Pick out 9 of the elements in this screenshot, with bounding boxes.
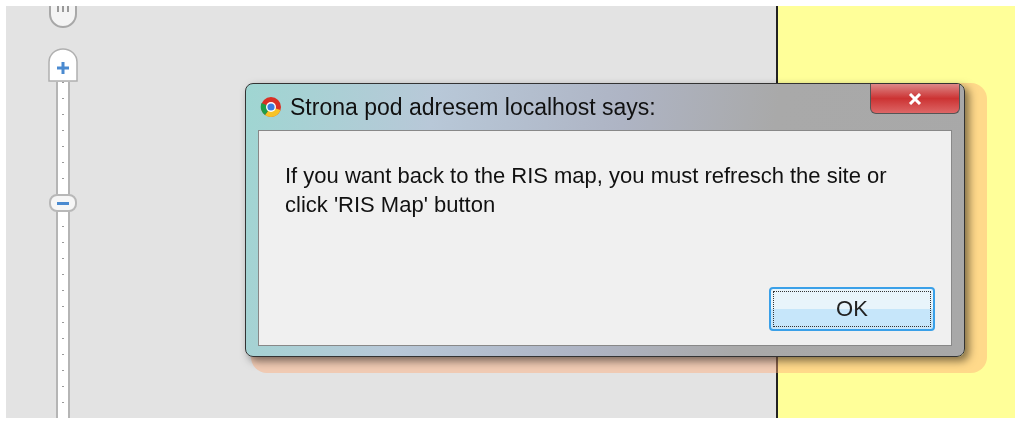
browser-logo-icon <box>260 96 282 118</box>
ok-button[interactable]: OK <box>769 287 935 331</box>
dialog-message: If you want back to the RIS map, you must refresch the site or click 'RIS Map' button <box>285 162 888 219</box>
pan-control-icon[interactable] <box>48 6 78 28</box>
close-icon <box>908 92 922 105</box>
slider-thumb[interactable] <box>49 194 77 212</box>
dialog-title: Strona pod adresem localhost says: <box>290 93 656 121</box>
close-button[interactable] <box>870 84 960 114</box>
zoom-in-icon[interactable] <box>48 48 78 82</box>
